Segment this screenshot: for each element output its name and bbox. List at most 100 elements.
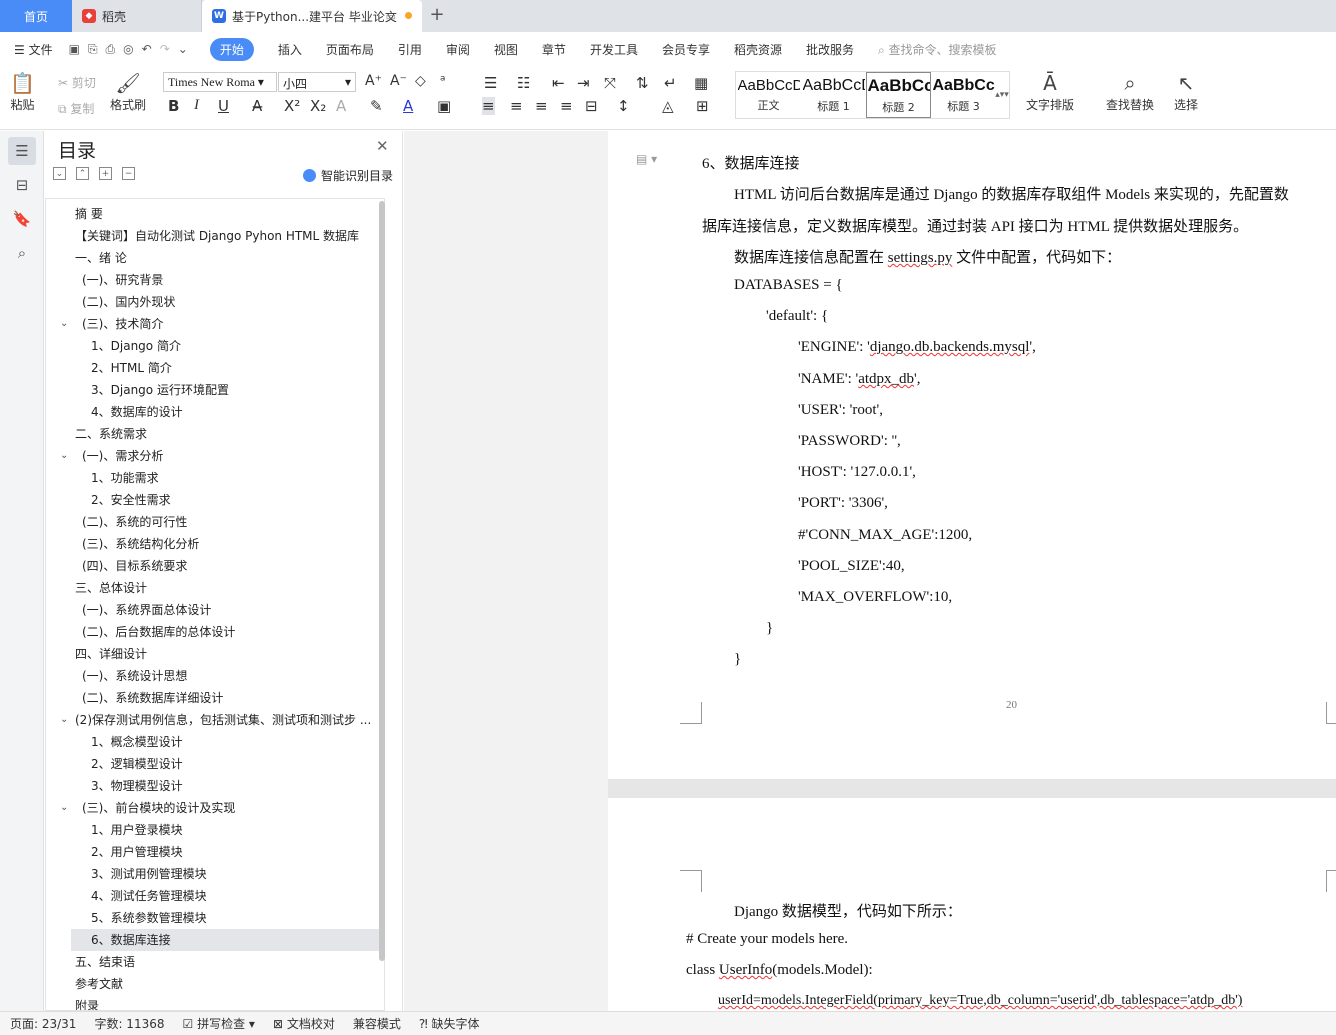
toc-item[interactable]: (二)、后台数据库的总体设计 bbox=[46, 621, 384, 643]
grid-lines-icon[interactable]: ▦ bbox=[694, 74, 708, 92]
toc-item[interactable]: 1、Django 简介 bbox=[46, 335, 384, 357]
toc-item[interactable]: 2、安全性需求 bbox=[46, 489, 384, 511]
underline-icon[interactable]: U bbox=[218, 97, 229, 115]
preview-icon[interactable]: ◎ bbox=[123, 42, 133, 57]
close-icon[interactable]: ✕ bbox=[376, 137, 389, 155]
redo-icon[interactable]: ↷ bbox=[160, 42, 170, 57]
style-item[interactable]: AaBbCc 标题 2 bbox=[866, 72, 931, 118]
find-replace-button[interactable]: ⌕ 查找替换 bbox=[1106, 70, 1154, 113]
tab-daoke[interactable]: ◆ 稻壳 bbox=[72, 0, 202, 32]
print-icon[interactable]: ⎙ bbox=[106, 42, 116, 57]
undo-icon[interactable]: ↶ bbox=[142, 42, 152, 57]
chevron-down-icon[interactable]: ⌄ bbox=[60, 797, 68, 819]
style-item[interactable]: AaBbCcDd 正文 bbox=[736, 72, 801, 118]
toc-item[interactable]: 3、测试用例管理模块 bbox=[46, 863, 384, 885]
toc-item[interactable]: 【关键词】自动化测试 Django Pyhon HTML 数据库 bbox=[46, 225, 384, 247]
more-icon[interactable]: ⌄ bbox=[178, 42, 188, 57]
menu-item[interactable]: 审阅 bbox=[446, 41, 470, 58]
chapter-nav-icon[interactable]: ⊟ bbox=[8, 171, 36, 199]
grow-font-icon[interactable]: A⁺ bbox=[365, 73, 382, 89]
toc-item[interactable]: 2、HTML 简介 bbox=[46, 357, 384, 379]
highlight-icon[interactable]: ✎ bbox=[370, 97, 383, 115]
save-icon[interactable]: ▣ bbox=[69, 42, 80, 57]
format-painter-button[interactable]: 🖌 格式刷 bbox=[110, 70, 146, 113]
shading-icon[interactable]: ◬ bbox=[662, 97, 674, 115]
toc-item[interactable]: 二、系统需求 bbox=[46, 423, 384, 445]
copy-button[interactable]: ⧉ 复制 bbox=[58, 100, 94, 117]
toc-item[interactable]: 4、数据库的设计 bbox=[46, 401, 384, 423]
smart-toc-button[interactable]: 智能识别目录 bbox=[303, 167, 393, 184]
toc-item[interactable]: 1、概念模型设计 bbox=[46, 731, 384, 753]
line-spacing-icon[interactable]: ↕ bbox=[617, 97, 630, 115]
toc-item[interactable]: 1、用户登录模块 bbox=[46, 819, 384, 841]
cut-button[interactable]: ✂ 剪切 bbox=[58, 74, 96, 91]
chevron-down-icon[interactable]: ⌄ bbox=[60, 709, 68, 731]
paragraph-handle-icon[interactable]: ▤ ▾ bbox=[636, 152, 657, 166]
remove-heading-icon[interactable]: − bbox=[122, 167, 135, 180]
justify-icon[interactable]: ≡ bbox=[560, 97, 573, 115]
menu-item[interactable]: 引用 bbox=[398, 41, 422, 58]
align-center-icon[interactable]: ≡ bbox=[510, 97, 523, 115]
style-item[interactable]: AaBbCcD 标题 1 bbox=[801, 72, 866, 118]
toc-item[interactable]: 三、总体设计 bbox=[46, 577, 384, 599]
toc-item[interactable]: (二)、系统数据库详细设计 bbox=[46, 687, 384, 709]
toc-item[interactable]: 2、用户管理模块 bbox=[46, 841, 384, 863]
select-button[interactable]: ↖ 选择 bbox=[1174, 70, 1198, 113]
borders-icon[interactable]: ⊞ bbox=[696, 97, 709, 115]
menu-item[interactable]: 开发工具 bbox=[590, 41, 638, 58]
font-size-select[interactable]: 小四 ▾ bbox=[278, 72, 356, 92]
menu-item[interactable]: 视图 bbox=[494, 41, 518, 58]
search-icon[interactable]: ⌕ bbox=[8, 239, 36, 267]
chevron-down-icon[interactable]: ⌄ bbox=[60, 445, 68, 467]
document-page[interactable]: Django 数据模型，代码如下所示： # Create your models… bbox=[608, 798, 1336, 1011]
style-item[interactable]: AaBbCc 标题 3 bbox=[931, 72, 996, 118]
tab-home[interactable]: 首页 bbox=[0, 0, 72, 32]
file-menu[interactable]: ☰ 文件 bbox=[14, 41, 53, 58]
char-border-icon[interactable]: ▣ bbox=[437, 97, 451, 115]
chinese-layout-icon[interactable]: ⤧ bbox=[604, 74, 616, 92]
paste-button[interactable]: 📋 粘贴 bbox=[10, 70, 35, 113]
italic-icon[interactable]: I bbox=[194, 97, 199, 114]
align-left-icon[interactable]: ≡ bbox=[482, 97, 495, 115]
distribute-icon[interactable]: ⊟ bbox=[585, 97, 598, 115]
word-count[interactable]: 字数: 11368 bbox=[94, 1015, 164, 1032]
menu-item[interactable]: 插入 bbox=[278, 41, 302, 58]
text-effect-icon[interactable]: A bbox=[336, 97, 346, 115]
superscript-icon[interactable]: X² bbox=[284, 97, 300, 115]
strikethrough-icon[interactable]: A̶ bbox=[252, 97, 262, 115]
clear-format-icon[interactable]: ◇ bbox=[415, 73, 426, 89]
menu-item[interactable]: 会员专享 bbox=[662, 41, 710, 58]
export-icon[interactable]: ⎘ bbox=[88, 42, 98, 57]
toc-item[interactable]: (三)、系统结构化分析 bbox=[46, 533, 384, 555]
add-heading-icon[interactable]: + bbox=[99, 167, 112, 180]
toc-item[interactable]: 5、系统参数管理模块 bbox=[46, 907, 384, 929]
align-right-icon[interactable]: ≡ bbox=[535, 97, 548, 115]
toc-item[interactable]: 四、详细设计 bbox=[46, 643, 384, 665]
toc-item[interactable]: 1、功能需求 bbox=[46, 467, 384, 489]
numbered-list-icon[interactable]: ☷ bbox=[517, 74, 530, 92]
toc-item[interactable]: 6、数据库连接 bbox=[71, 929, 384, 951]
sort-icon[interactable]: ⇅ bbox=[636, 74, 649, 92]
menu-item[interactable]: 开始 bbox=[209, 37, 254, 61]
bold-icon[interactable]: B bbox=[168, 97, 179, 115]
expand-icon[interactable]: ⌄ bbox=[53, 167, 66, 180]
toc-item[interactable]: 五、结束语 bbox=[46, 951, 384, 973]
toc-item[interactable]: 参考文献 bbox=[46, 973, 384, 995]
menu-item[interactable]: 章节 bbox=[542, 41, 566, 58]
font-color-icon[interactable]: A bbox=[403, 97, 413, 115]
document-page[interactable]: 6、数据库连接 HTML 访问后台数据库是通过 Django 的数据库存取组件 … bbox=[608, 131, 1336, 779]
tab-document[interactable]: W 基于Python...建平台 毕业论文 ▭ bbox=[202, 0, 422, 32]
menu-item[interactable]: 页面布局 bbox=[326, 41, 374, 58]
decrease-indent-icon[interactable]: ⇤ bbox=[552, 74, 565, 92]
toc-item[interactable]: 2、逻辑模型设计 bbox=[46, 753, 384, 775]
collapse-icon[interactable]: ⌃ bbox=[76, 167, 89, 180]
text-layout-button[interactable]: Ā 文字排版 bbox=[1026, 70, 1074, 113]
menu-item[interactable]: 稻壳资源 bbox=[734, 41, 782, 58]
toc-item[interactable]: 摘 要 bbox=[46, 203, 384, 225]
toc-item[interactable]: 附录 bbox=[46, 995, 384, 1010]
missing-font-button[interactable]: ⁈ 缺失字体 bbox=[419, 1015, 480, 1032]
show-marks-icon[interactable]: ↵ bbox=[664, 74, 677, 92]
toc-item[interactable]: (二)、系统的可行性 bbox=[46, 511, 384, 533]
toc-item[interactable]: ⌄ (三)、前台模块的设计及实现 bbox=[46, 797, 384, 819]
toc-scrollbar[interactable] bbox=[379, 201, 385, 961]
